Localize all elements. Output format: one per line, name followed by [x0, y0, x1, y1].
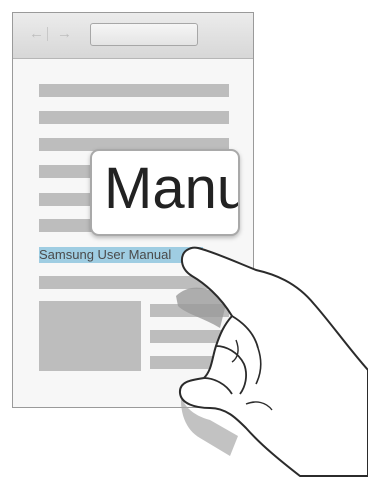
hand-gesture-icon [176, 246, 368, 477]
